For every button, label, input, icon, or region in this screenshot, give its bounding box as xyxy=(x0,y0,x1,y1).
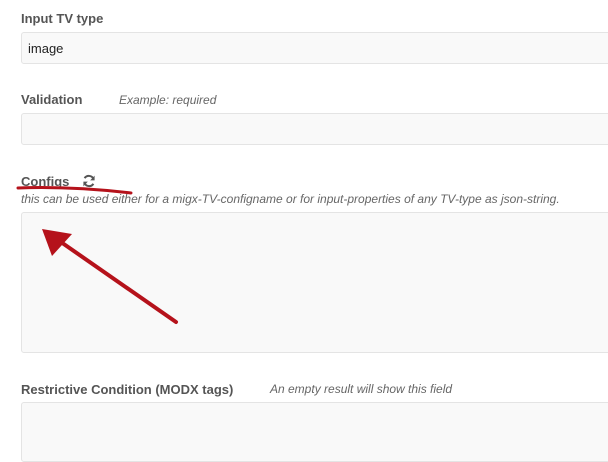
input-tv-type-field[interactable] xyxy=(21,32,608,64)
validation-hint: Example: required xyxy=(119,93,217,107)
configs-label: Configs xyxy=(21,174,70,189)
restrictive-condition-hint: An empty result will show this field xyxy=(270,382,453,396)
validation-label: Validation xyxy=(21,92,83,107)
restrictive-condition-textarea[interactable] xyxy=(21,402,608,462)
restrictive-condition-label: Restrictive Condition (MODX tags) xyxy=(21,382,234,397)
refresh-icon[interactable] xyxy=(82,174,96,188)
validation-field[interactable] xyxy=(21,113,608,145)
configs-textarea[interactable] xyxy=(21,212,608,353)
configs-hint: this can be used either for a migx-TV-co… xyxy=(21,192,560,206)
input-tv-type-label: Input TV type xyxy=(21,11,104,26)
